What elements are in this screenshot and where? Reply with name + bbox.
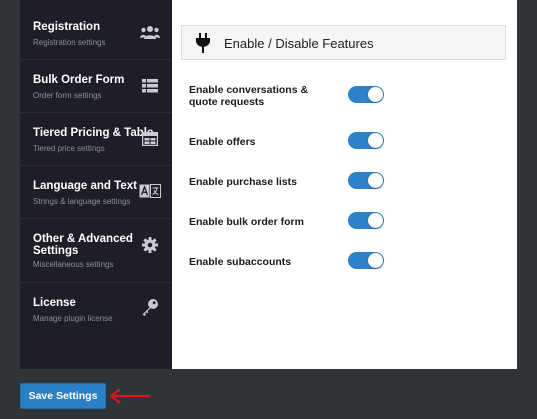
sidebar-item-bulk-order-form[interactable]: Bulk Order Form Order form settings [20,60,172,113]
settings-page: Registration Registration settings Bulk … [0,0,537,419]
sidebar-item-title: Tiered Pricing & Table [33,127,154,139]
toggle-knob [368,87,383,102]
toggle-subaccounts[interactable] [348,252,384,269]
sidebar-item-subtitle: Strings & language settings [33,197,131,206]
sidebar-item-license[interactable]: License Manage plugin license [20,283,172,336]
toggle-knob [368,133,383,148]
feature-label-subaccounts: Enable subaccounts [189,256,292,268]
sidebar-item-subtitle: Miscellaneous settings [33,260,114,269]
section-title: Enable / Disable Features [224,36,374,51]
users-icon [138,22,162,42]
toggle-bulk-order-form[interactable] [348,212,384,229]
sidebar-item-tiered-pricing[interactable]: Tiered Pricing & Table Tiered price sett… [20,113,172,166]
translate-icon [138,181,162,201]
sidebar-item-language-text[interactable]: Language and Text Strings & language set… [20,166,172,219]
feature-label-purchase-lists: Enable purchase lists [189,176,297,188]
key-icon [138,297,162,317]
annotation-arrow-icon [109,388,150,404]
feature-label-bulk-order-form: Enable bulk order form [189,216,304,228]
sidebar-item-title: Registration [33,21,101,33]
toggle-knob [368,253,383,268]
sidebar-item-subtitle: Manage plugin license [33,314,113,323]
toggle-knob [368,173,383,188]
feature-label-offers: Enable offers [189,136,256,148]
plug-icon [195,33,211,53]
gear-icon [138,235,162,255]
toggle-purchase-lists[interactable] [348,172,384,189]
save-settings-button[interactable]: Save Settings [20,383,106,409]
table-grid-icon [138,129,162,149]
table-list-icon [138,76,162,96]
feature-label-conversations: Enable conversations & quote requests [189,84,309,108]
sidebar-item-title: Language and Text [33,180,137,192]
sidebar-item-title: License [33,297,76,309]
toggle-offers[interactable] [348,132,384,149]
settings-sidebar: Registration Registration settings Bulk … [20,0,172,369]
sidebar-item-title: Bulk Order Form [33,74,125,86]
toggle-conversations[interactable] [348,86,384,103]
sidebar-item-subtitle: Order form settings [33,91,102,100]
section-header: Enable / Disable Features [181,25,506,60]
sidebar-item-registration[interactable]: Registration Registration settings [20,0,172,60]
sidebar-item-advanced-settings[interactable]: Other & Advanced Settings Miscellaneous … [20,219,172,283]
sidebar-item-subtitle: Registration settings [33,38,106,47]
toggle-knob [368,213,383,228]
sidebar-item-subtitle: Tiered price settings [33,144,105,153]
